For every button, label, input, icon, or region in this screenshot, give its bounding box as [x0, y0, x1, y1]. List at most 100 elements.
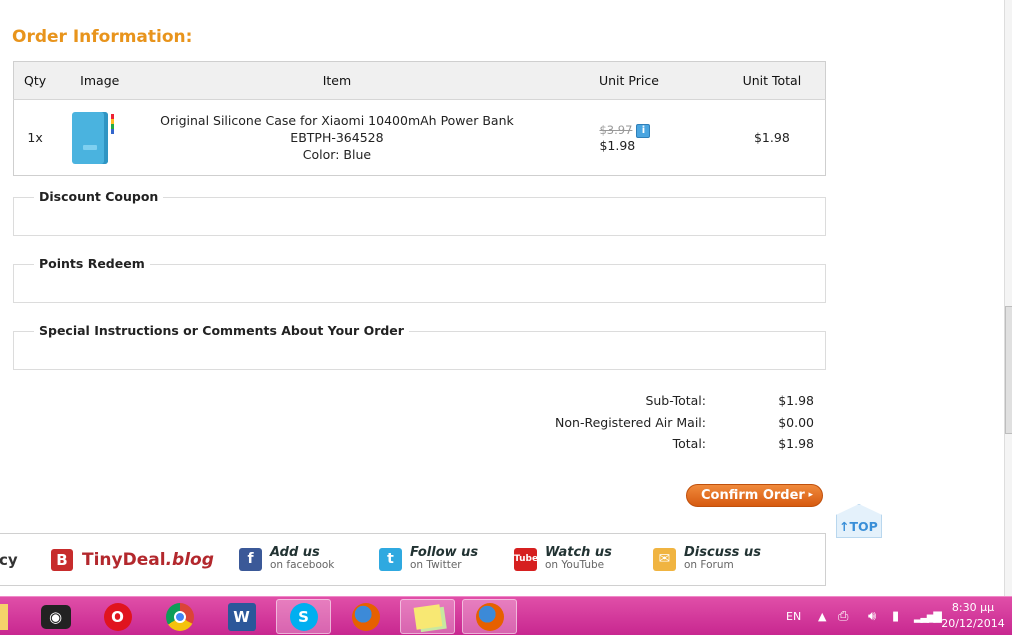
forum-sub: on Forum [684, 559, 734, 571]
points-redeem-legend[interactable]: Points Redeem [34, 256, 150, 271]
subtotal-row: Sub-Total: $1.98 [540, 390, 820, 412]
facebook-title: Add us [270, 545, 320, 560]
col-image: Image [56, 61, 135, 100]
signal-icon: ▂▃▅▇ [914, 610, 942, 623]
tinydeal-logo-icon: B [51, 549, 73, 571]
skype-icon: S [289, 602, 318, 631]
total-value: $1.98 [778, 436, 814, 452]
item-color: Color: Blue [302, 147, 372, 162]
twitter-title: Follow us [410, 545, 479, 560]
youtube-title: Watch us [545, 545, 612, 560]
col-item: Item [134, 61, 540, 100]
twitter-link[interactable]: t Follow us on Twitter [379, 546, 478, 571]
language-label: EN [786, 610, 802, 623]
subtotal-value: $1.98 [778, 393, 814, 409]
item-description: Original Silicone Case for Xiaomi 10400m… [135, 100, 539, 176]
arrow-right-icon: ▸ [808, 490, 813, 500]
forum-icon: ✉ [653, 548, 676, 571]
word-icon: W [227, 602, 256, 631]
chevron-up-icon: ▲ [818, 610, 827, 623]
product-image[interactable] [70, 111, 115, 164]
info-icon[interactable]: i [636, 123, 651, 138]
order-title: Order Information: [12, 27, 193, 47]
col-unit-total: Unit Total [718, 61, 826, 100]
tray-printer[interactable]: ⎙ [838, 597, 848, 635]
taskbar-skype[interactable]: S [276, 599, 331, 634]
facebook-icon: f [239, 548, 262, 571]
brand-suffix: .blog [165, 550, 214, 570]
special-instructions-legend[interactable]: Special Instructions or Comments About Y… [34, 323, 409, 338]
discount-coupon-section[interactable]: Discount Coupon [13, 189, 826, 236]
firefox-icon [475, 602, 504, 631]
shipping-label: Non-Registered Air Mail: [555, 414, 706, 430]
taskbar-sticky-notes[interactable] [400, 599, 455, 634]
total-label: Total: [672, 436, 706, 452]
item-unit-price: $3.97 i $1.98 [539, 100, 719, 176]
confirm-order-label: Confirm Order [701, 488, 805, 503]
language-indicator[interactable]: EN [786, 597, 801, 635]
item-image-cell [56, 100, 135, 176]
youtube-icon: Tube [514, 548, 538, 571]
system-clock[interactable]: 8:30 μμ 20/12/2014 [940, 600, 1006, 632]
discount-coupon-legend[interactable]: Discount Coupon [34, 189, 164, 204]
youtube-link[interactable]: Tube Watch us on YouTube [514, 546, 612, 571]
brand-name: TinyDeal [82, 550, 166, 570]
top-label: TOP [849, 519, 878, 534]
special-instructions-section[interactable]: Special Instructions or Comments About Y… [13, 323, 826, 370]
tray-network[interactable]: ▂▃▅▇ [914, 597, 942, 635]
opera-icon: O [103, 602, 132, 631]
volume-icon: 🔊︎ [868, 609, 877, 624]
tinydeal-blog-link[interactable]: B TinyDeal .blog [51, 549, 214, 571]
windows-taskbar: ◉ O W S EN ▲ ⎙ 🔊︎ ▮ ▂▃▅▇ 8:30 μμ 20/12/2… [0, 596, 1012, 635]
item-unit-total: $1.98 [753, 130, 790, 145]
taskbar-file-explorer[interactable] [0, 599, 12, 634]
forum-link[interactable]: ✉ Discuss us on Forum [653, 546, 761, 571]
taskbar-camera[interactable]: ◉ [28, 599, 83, 634]
order-totals: Sub-Total: $1.98 Non-Registered Air Mail… [540, 390, 820, 455]
col-qty: Qty [13, 61, 57, 100]
clock-time: 8:30 μμ [951, 601, 995, 614]
old-price: $3.97 [599, 123, 633, 138]
subtotal-label: Sub-Total: [645, 393, 706, 409]
twitter-icon: t [379, 548, 402, 571]
footer-cut-text[interactable]: cy [0, 551, 18, 569]
show-hidden-icons[interactable]: ▲ [818, 597, 826, 635]
item-qty: 1x [27, 130, 43, 145]
tray-volume[interactable]: 🔊︎ [868, 597, 876, 635]
order-table: Qty Image Item Unit Price Unit Total 1x … [13, 61, 826, 176]
twitter-sub: on Twitter [410, 559, 462, 571]
shipping-value: $0.00 [778, 414, 814, 430]
forum-title: Discuss us [684, 545, 761, 560]
back-to-top-button[interactable]: ↑TOP [836, 504, 882, 538]
folder-icon [0, 603, 8, 630]
firefox-icon [351, 602, 380, 631]
scrollbar-thumb[interactable] [1005, 306, 1012, 434]
clock-date: 20/12/2014 [941, 617, 1005, 630]
taskbar-firefox-active[interactable] [462, 599, 517, 634]
camera-icon: ◉ [40, 604, 71, 629]
taskbar-firefox[interactable] [338, 599, 393, 634]
taskbar-opera[interactable]: O [90, 599, 145, 634]
shipping-row: Non-Registered Air Mail: $0.00 [540, 412, 820, 434]
youtube-sub: on YouTube [545, 559, 605, 571]
item-name[interactable]: Original Silicone Case for Xiaomi 10400m… [135, 112, 539, 146]
battery-icon: ▮ [892, 609, 900, 624]
footer-bar: cy B TinyDeal .blog f Add us on facebook t… [0, 533, 826, 586]
table-header-row: Qty Image Item Unit Price Unit Total [13, 61, 826, 100]
taskbar-word[interactable]: W [214, 599, 269, 634]
tray-power[interactable]: ▮ [892, 597, 899, 635]
printer-icon: ⎙ [838, 609, 849, 624]
points-redeem-section[interactable]: Points Redeem [13, 256, 826, 303]
table-row: 1x Original Silicone Case for Xiaomi 104… [14, 100, 826, 176]
total-row: Total: $1.98 [540, 433, 820, 455]
taskbar-chrome[interactable] [152, 599, 207, 634]
facebook-sub: on facebook [270, 559, 335, 571]
vertical-scrollbar[interactable] [1004, 0, 1012, 596]
chrome-icon [165, 602, 194, 631]
arrow-up-icon: ↑ [839, 519, 850, 534]
current-price: $1.98 [599, 137, 636, 153]
col-unit-price: Unit Price [539, 61, 719, 100]
confirm-order-button[interactable]: Confirm Order ▸ [686, 484, 823, 507]
facebook-link[interactable]: f Add us on facebook [239, 546, 334, 571]
sticky-notes-icon [413, 603, 442, 630]
